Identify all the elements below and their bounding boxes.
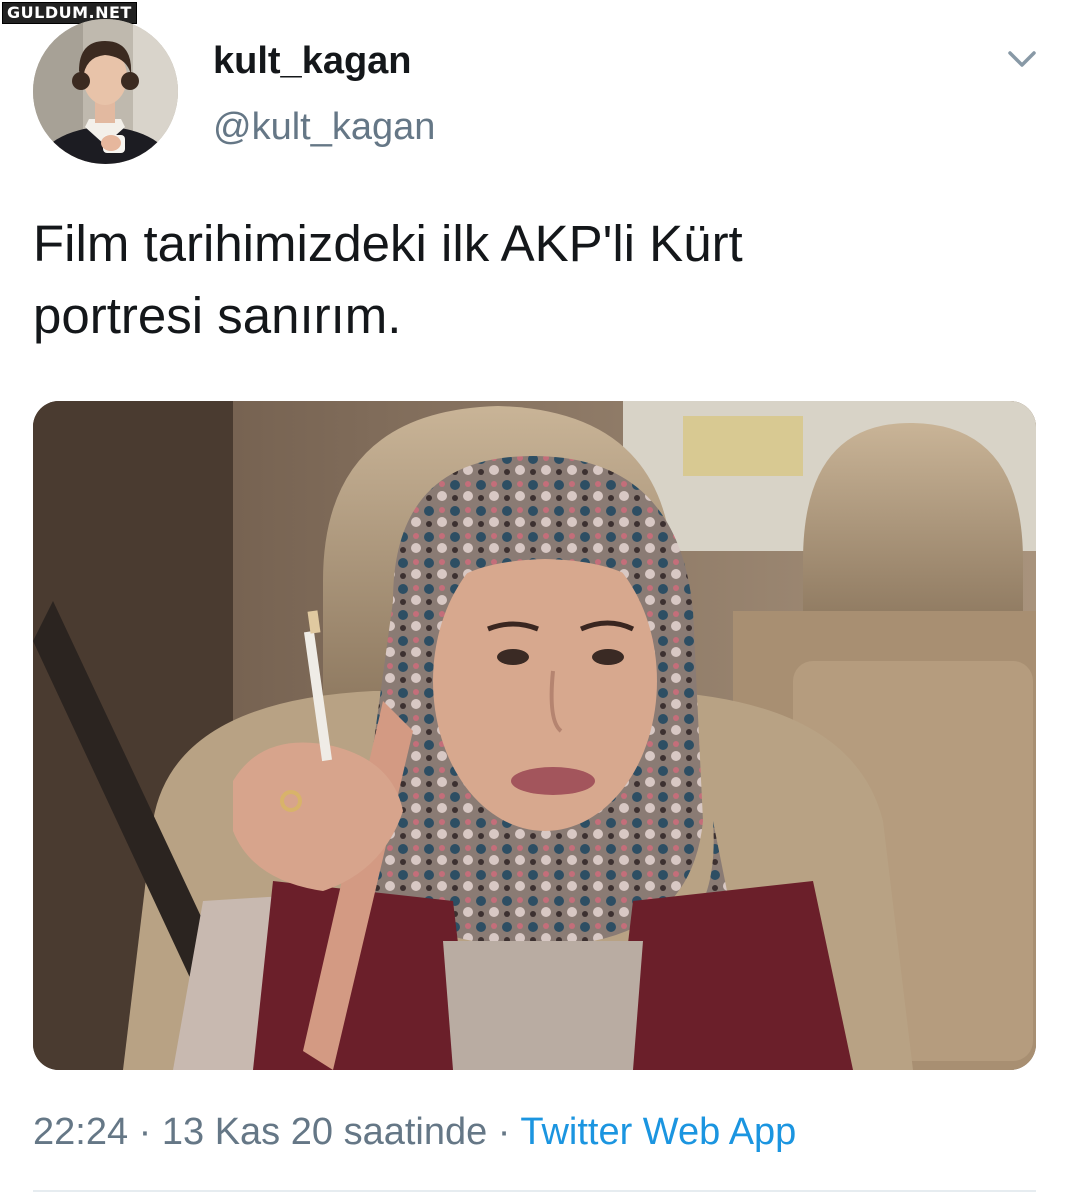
tweet-text-line: portresi sanırım.	[33, 287, 402, 344]
display-name[interactable]: kult_kagan	[213, 38, 412, 84]
tweet-source-link[interactable]: Twitter Web App	[520, 1111, 796, 1153]
tweet-date[interactable]: 13 Kas 20 saatinde	[162, 1111, 487, 1153]
meta-separator: ·	[487, 1111, 521, 1153]
tweet-meta: 22:24 · 13 Kas 20 saatinde · Twitter Web…	[33, 1108, 796, 1156]
tweet-text-line: Film tarihimizdeki ilk AKP'li Kürt	[33, 215, 743, 272]
user-handle[interactable]: @kult_kagan	[213, 104, 435, 150]
divider	[33, 1190, 1036, 1192]
tweet-page: GULDUM.NET kult_kagan @kult_kagan Film t…	[0, 0, 1069, 1200]
chevron-down-icon[interactable]	[1004, 44, 1040, 74]
tweet-text: Film tarihimizdeki ilk AKP'li Kürt portr…	[33, 208, 1033, 352]
meta-separator: ·	[128, 1111, 162, 1153]
tweet-time[interactable]: 22:24	[33, 1111, 128, 1153]
tweet-media-image[interactable]	[33, 401, 1036, 1070]
avatar[interactable]	[33, 19, 178, 164]
